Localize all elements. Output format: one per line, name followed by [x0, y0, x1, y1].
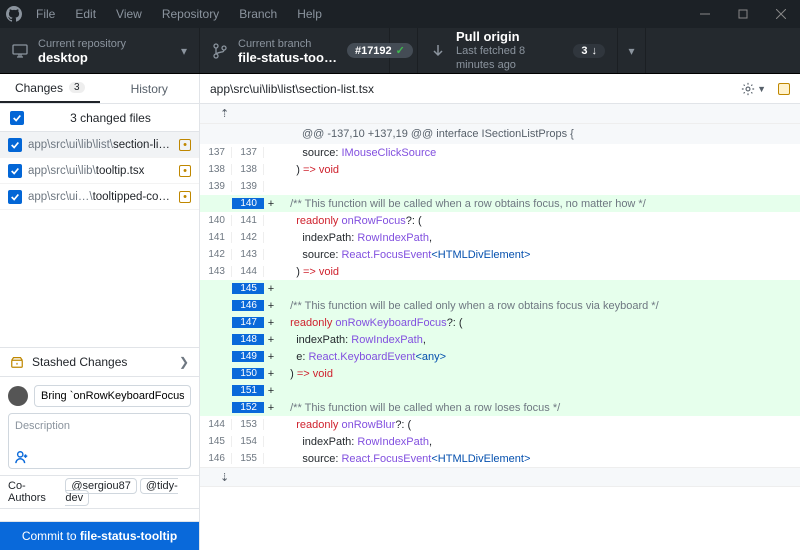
diff-line[interactable]: 142143 source: React.FocusEvent<HTMLDivE… — [200, 246, 800, 263]
modified-icon: • — [179, 191, 191, 203]
diff-line[interactable]: 149+ e: React.KeyboardEvent<any> — [200, 348, 800, 365]
avatar — [8, 386, 28, 406]
repo-name: desktop — [38, 51, 126, 65]
branch-label: Current branch — [238, 37, 337, 51]
select-all-checkbox[interactable] — [10, 111, 24, 125]
diff-line[interactable]: 146+ /** This function will be called on… — [200, 297, 800, 314]
diff-file-path: app\src\ui\lib\list\section-list.tsx — [210, 82, 374, 96]
pull-sub: Last fetched 8 minutes ago — [456, 44, 563, 72]
description-placeholder: Description — [15, 420, 70, 432]
diff-line[interactable]: 139139 — [200, 178, 800, 195]
pull-label: Pull origin — [456, 30, 563, 44]
diff-line[interactable]: 144153 readonly onRowBlur?: ( — [200, 416, 800, 433]
pull-button[interactable]: Pull originLast fetched 8 minutes ago 3 … — [418, 28, 618, 73]
diff-line[interactable]: 145154 indexPath: RowIndexPath, — [200, 433, 800, 450]
menu-help[interactable]: Help — [289, 3, 330, 25]
tab-history[interactable]: History — [100, 74, 200, 103]
commit-summary-input[interactable] — [34, 385, 191, 407]
file-row[interactable]: app\src\ui…\tooltipped-content.tsx • — [0, 184, 199, 210]
expand-down-button[interactable]: ⇣ — [200, 467, 800, 487]
files-header: 3 changed files — [0, 104, 199, 132]
commit-form: Description Co-Authors @sergiou87 @tidy-… — [0, 377, 199, 550]
diff-settings-button[interactable]: ▼ — [741, 82, 766, 96]
window-minimize-button[interactable] — [686, 0, 724, 28]
menu-edit[interactable]: Edit — [67, 3, 104, 25]
hunk-header: @@ -137,10 +137,19 @@ interface ISection… — [200, 124, 800, 144]
stashed-changes-row[interactable]: Stashed Changes ❯ — [0, 347, 199, 377]
repo-label: Current repository — [38, 37, 126, 51]
diff-line[interactable]: 141142 indexPath: RowIndexPath, — [200, 229, 800, 246]
file-path: app\src\ui…\tooltipped-content.tsx — [28, 191, 173, 203]
diff-line[interactable]: 151+ — [200, 382, 800, 399]
pull-count-badge: 3 ↓ — [573, 44, 605, 58]
coauthors-label: Co-Authors — [8, 480, 59, 504]
desktop-icon — [12, 43, 28, 59]
chevron-right-icon: ❯ — [179, 355, 189, 369]
file-checkbox[interactable] — [8, 138, 22, 152]
diff-line[interactable]: 140141 readonly onRowFocus?: ( — [200, 212, 800, 229]
changes-count-badge: 3 — [69, 82, 85, 93]
download-icon — [430, 43, 446, 59]
diff-line[interactable]: 137137 source: IMouseClickSource — [200, 144, 800, 161]
branch-name: file-status-too… — [238, 51, 337, 65]
menu-file[interactable]: File — [28, 3, 63, 25]
chevron-down-icon: ▾ — [181, 44, 187, 58]
menubar: FileEditViewRepositoryBranchHelp — [0, 0, 800, 28]
window-close-button[interactable] — [762, 0, 800, 28]
file-path: app\src\ui\lib\tooltip.tsx — [28, 165, 173, 177]
chevron-down-icon: ▼ — [757, 84, 766, 94]
file-row[interactable]: app\src\ui\lib\tooltip.tsx • — [0, 158, 199, 184]
diff-line[interactable]: 138138 ) => void — [200, 161, 800, 178]
modified-icon: • — [179, 139, 191, 151]
file-checkbox[interactable] — [8, 190, 22, 204]
menu-branch[interactable]: Branch — [231, 3, 285, 25]
branch-selector[interactable]: Current branchfile-status-too… #17192 ✓ — [200, 28, 390, 73]
file-checkbox[interactable] — [8, 164, 22, 178]
expand-up-button[interactable]: ⇡ — [200, 104, 800, 124]
tab-changes[interactable]: Changes3 — [0, 74, 100, 103]
app-logo-icon — [0, 6, 28, 22]
toolbar: Current repositorydesktop ▾ Current bran… — [0, 28, 800, 74]
window-maximize-button[interactable] — [724, 0, 762, 28]
add-coauthor-icon[interactable] — [15, 450, 29, 464]
diff-line[interactable]: 146155 source: React.FocusEvent<HTMLDivE… — [200, 450, 800, 467]
diff-line[interactable]: 143144 ) => void — [200, 263, 800, 280]
stash-label: Stashed Changes — [32, 355, 127, 369]
diff-view: app\src\ui\lib\list\section-list.tsx ▼ ⇡… — [200, 74, 800, 550]
diff-line[interactable]: 145+ — [200, 280, 800, 297]
commit-button[interactable]: Commit to file-status-tooltip — [0, 521, 199, 550]
menu-repository[interactable]: Repository — [154, 3, 227, 25]
repo-selector[interactable]: Current repositorydesktop ▾ — [0, 28, 200, 73]
stash-icon — [10, 355, 24, 369]
sidebar: Changes3 History 3 changed files app\src… — [0, 74, 200, 550]
diff-line[interactable]: 147+ readonly onRowKeyboardFocus?: ( — [200, 314, 800, 331]
diff-line[interactable]: 148+ indexPath: RowIndexPath, — [200, 331, 800, 348]
diff-line[interactable]: 140+ /** This function will be called wh… — [200, 195, 800, 212]
pr-badge: #17192 ✓ — [347, 43, 413, 58]
branch-icon — [212, 43, 228, 59]
modified-icon: • — [179, 165, 191, 177]
pull-dropdown-button[interactable]: ▾ — [618, 28, 646, 73]
diff-mod-indicator-icon — [778, 83, 790, 95]
menu-view[interactable]: View — [108, 3, 150, 25]
commit-description-input[interactable]: Description — [8, 413, 191, 469]
diff-line[interactable]: 150+ ) => void — [200, 365, 800, 382]
diff-line[interactable]: 152+ /** This function will be called wh… — [200, 399, 800, 416]
file-path: app\src\ui\lib\list\section-list.tsx — [28, 139, 173, 151]
coauthors-row: Co-Authors @sergiou87 @tidy-dev — [0, 475, 199, 509]
files-count-label: 3 changed files — [32, 111, 189, 125]
file-row[interactable]: app\src\ui\lib\list\section-list.tsx • — [0, 132, 199, 158]
